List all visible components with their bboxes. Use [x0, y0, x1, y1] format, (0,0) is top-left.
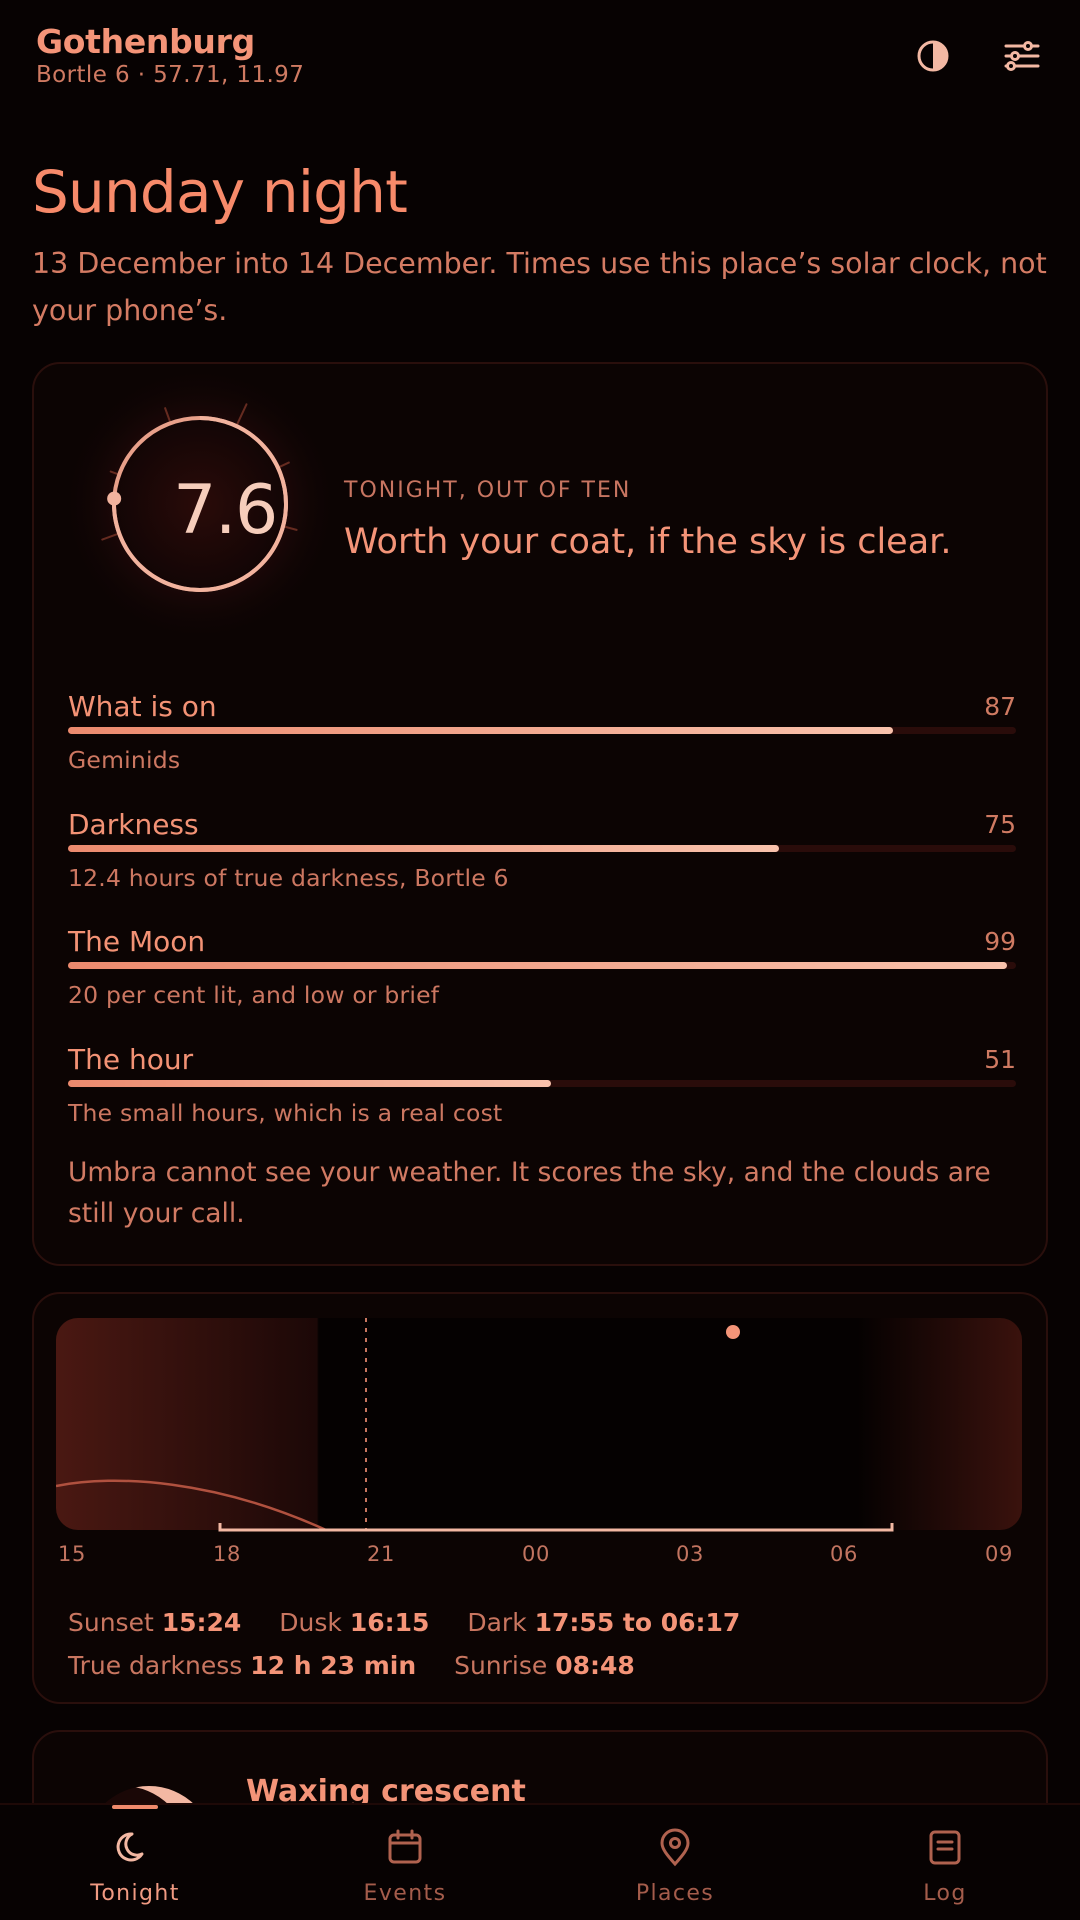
- score-verdict: Worth your coat, if the sky is clear.: [344, 522, 952, 562]
- fact-label: Sunset: [68, 1608, 154, 1637]
- fact-value: 16:15: [349, 1608, 430, 1637]
- contrast-icon[interactable]: [913, 36, 953, 76]
- fact-value: 17:55 to 06:17: [534, 1608, 741, 1637]
- factor-bar-fill: [68, 962, 1007, 969]
- timeline-tick: 15: [58, 1542, 86, 1566]
- fact-true-darkness: True darkness 12 h 23 min: [68, 1651, 416, 1680]
- score-card: 7.6 TONIGHT, OUT OF TEN Worth your coat,…: [32, 362, 1048, 1266]
- bottom-nav: Tonight Events Places Log: [0, 1803, 1080, 1920]
- moon-icon: [115, 1827, 155, 1867]
- timeline-tick: 03: [676, 1542, 704, 1566]
- score-value: 7.6: [173, 471, 278, 550]
- weather-note: Umbra cannot see your weather. It scores…: [68, 1157, 991, 1229]
- factor-bar-fill: [68, 1080, 552, 1087]
- nav-label: Places: [635, 1881, 715, 1906]
- calendar-icon: [385, 1827, 425, 1867]
- page-lede: 13 December into 14 December. Times use …: [32, 247, 1047, 327]
- sky-band: [56, 1318, 1022, 1530]
- timeline-tick: 09: [985, 1542, 1013, 1566]
- fact-value: 08:48: [555, 1651, 635, 1680]
- nav-places[interactable]: Places: [540, 1805, 810, 1920]
- moon-marker: [726, 1325, 740, 1339]
- factor-note: The small hours, which is a real cost: [68, 1099, 503, 1127]
- timeline-facts-row: Sunset 15:24 Dusk 16:15 Dark 17:55 to 06…: [68, 1608, 1028, 1637]
- sliders-icon[interactable]: [1002, 36, 1042, 76]
- timeline-tick: 00: [522, 1542, 550, 1566]
- night-timeline-card: 15 18 21 00 03 06 09 Sunset 15:24 Dusk 1…: [32, 1292, 1048, 1704]
- timeline-tick: 06: [830, 1542, 858, 1566]
- factor-score: 51: [984, 1045, 1016, 1074]
- factor-bar: [68, 962, 1016, 969]
- factor-bar-fill: [68, 845, 779, 852]
- nav-label: Tonight: [90, 1881, 180, 1906]
- nav-log[interactable]: Log: [810, 1805, 1080, 1920]
- factor-score: 75: [984, 810, 1016, 839]
- fact-label: Dusk: [279, 1608, 342, 1637]
- factor-label: The hour: [68, 1043, 194, 1076]
- factor-note: Geminids: [68, 746, 181, 774]
- score-kicker: TONIGHT, OUT OF TEN: [344, 478, 632, 503]
- factor-bar-fill: [68, 727, 893, 734]
- location-pin-icon: [655, 1827, 695, 1867]
- fact-dusk: Dusk 16:15: [279, 1608, 429, 1637]
- nav-events[interactable]: Events: [270, 1805, 540, 1920]
- timeline-tick: 18: [213, 1542, 241, 1566]
- notebook-icon: [925, 1827, 965, 1867]
- night-timeline-chart: [56, 1318, 1022, 1532]
- factor-note: 20 per cent lit, and low or brief: [68, 981, 440, 1009]
- factor-score: 87: [984, 692, 1016, 721]
- factor-what-is-on: What is on 87 Geminids: [68, 690, 1016, 790]
- nav-label: Events: [363, 1881, 447, 1906]
- fact-label: True darkness: [68, 1651, 243, 1680]
- page-title: Sunday night: [32, 158, 408, 226]
- place-details: Bortle 6 · 57.71, 11.97: [36, 62, 305, 88]
- timeline-facts-row: True darkness 12 h 23 min Sunrise 08:48: [68, 1651, 1028, 1680]
- factor-score: 99: [984, 927, 1016, 956]
- factor-label: Darkness: [68, 808, 199, 841]
- factor-hour: The hour 51 The small hours, which is a …: [68, 1043, 1016, 1143]
- fact-dark: Dark 17:55 to 06:17: [467, 1608, 740, 1637]
- factor-label: The Moon: [68, 925, 206, 958]
- fact-label: Sunrise: [454, 1651, 548, 1680]
- fact-sunrise: Sunrise 08:48: [454, 1651, 635, 1680]
- nav-tonight[interactable]: Tonight: [0, 1805, 270, 1920]
- active-tab-indicator: [112, 1805, 158, 1809]
- factor-darkness: Darkness 75 12.4 hours of true darkness,…: [68, 808, 1016, 908]
- fact-value: 15:24: [161, 1608, 242, 1637]
- fact-sunset: Sunset 15:24: [68, 1608, 241, 1637]
- factor-bar: [68, 845, 1016, 852]
- place-name[interactable]: Gothenburg: [36, 22, 255, 61]
- fact-label: Dark: [467, 1608, 527, 1637]
- fact-value: 12 h 23 min: [250, 1651, 417, 1680]
- factor-note: 12.4 hours of true darkness, Bortle 6: [68, 864, 509, 892]
- factor-bar: [68, 727, 1016, 734]
- factor-label: What is on: [68, 690, 217, 723]
- top-bar: Gothenburg Bortle 6 · 57.71, 11.97: [0, 0, 1080, 100]
- factor-bar: [68, 1080, 1016, 1087]
- nav-label: Log: [923, 1881, 967, 1906]
- factor-moon: The Moon 99 20 per cent lit, and low or …: [68, 925, 1016, 1025]
- timeline-tick: 21: [367, 1542, 395, 1566]
